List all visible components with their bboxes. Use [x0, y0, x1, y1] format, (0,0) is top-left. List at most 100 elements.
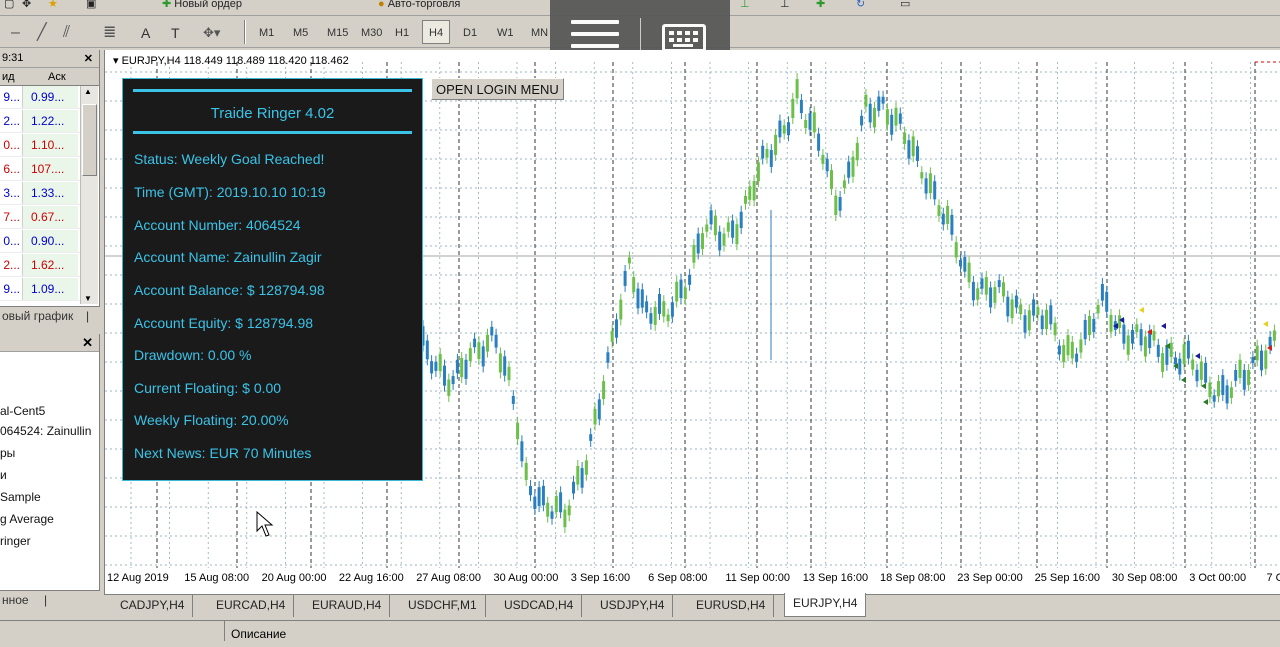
- market-watch-scrollbar[interactable]: ▲ ▼: [80, 86, 98, 304]
- fibo-tool-icon[interactable]: ≣: [96, 20, 123, 44]
- market-watch-row[interactable]: 9...0.99...: [0, 86, 80, 109]
- keyboard-icon[interactable]: [662, 24, 706, 52]
- arrows-tool-icon[interactable]: ✥▾: [196, 20, 227, 44]
- channel-tool-icon[interactable]: ⫽: [56, 20, 77, 44]
- text-tool-button[interactable]: A: [134, 20, 157, 44]
- candle-body: [1187, 341, 1190, 359]
- market-watch-row[interactable]: 3...1.33...: [0, 182, 80, 205]
- next-news-text: Next News: EUR 70 Minutes: [134, 445, 311, 461]
- candle-body: [1067, 335, 1070, 355]
- candle-body: [692, 245, 695, 263]
- candle-body: [447, 380, 450, 396]
- period-sep-icon[interactable]: ⊥: [780, 0, 790, 14]
- market-watch-row[interactable]: 2...1.62...: [0, 254, 80, 277]
- timeframe-w1[interactable]: W1: [490, 20, 521, 44]
- scroll-thumb[interactable]: [82, 104, 97, 176]
- candle-body: [791, 99, 794, 118]
- close-icon[interactable]: ✕: [82, 335, 93, 351]
- chevron-down-icon[interactable]: ▾: [113, 55, 119, 67]
- candle-body: [843, 180, 846, 188]
- navigator-item[interactable]: ringer: [0, 534, 31, 548]
- favorites-icon[interactable]: ★: [48, 0, 58, 14]
- timeframe-m15[interactable]: M15: [320, 20, 355, 44]
- candle-body: [1127, 335, 1130, 354]
- trendline-tool-icon[interactable]: ╱: [30, 20, 54, 44]
- market-watch-row[interactable]: 2...1.22...: [0, 110, 80, 133]
- timeframe-m5[interactable]: M5: [286, 20, 315, 44]
- candle-body: [705, 225, 708, 232]
- signal-arrow: [1263, 321, 1268, 327]
- candle-body: [589, 434, 592, 441]
- auto-trading-button[interactable]: ● Авто-торговля: [378, 0, 460, 14]
- toolbar-icon-a[interactable]: ▢: [4, 0, 14, 14]
- navigator-item[interactable]: g Average: [0, 512, 54, 526]
- toolbar-icon-b[interactable]: ✥: [22, 0, 31, 14]
- template-icon[interactable]: ▭: [900, 0, 910, 14]
- col-bid[interactable]: ид: [2, 71, 15, 83]
- open-login-menu-button[interactable]: OPEN LOGIN MENU: [431, 78, 564, 100]
- refresh-icon[interactable]: ↻: [856, 0, 865, 14]
- candle-body: [430, 361, 433, 373]
- candle-body: [675, 282, 678, 302]
- navigator-item[interactable]: ры: [0, 446, 15, 460]
- candle-body: [895, 108, 898, 126]
- market-watch-row[interactable]: 0...1.10...: [0, 134, 80, 157]
- bid-value: 7...: [0, 206, 20, 229]
- market-watch-row[interactable]: 9...1.09...: [0, 278, 80, 301]
- label-tool-button[interactable]: T: [164, 20, 187, 44]
- market-watch-row[interactable]: 7...0.67...: [0, 206, 80, 229]
- chart-tab-euraud-h4[interactable]: EURAUD,H4: [304, 595, 390, 617]
- candle-body: [649, 313, 652, 324]
- candle-body: [538, 487, 541, 506]
- navigator-item[interactable]: Sample: [0, 490, 41, 504]
- new-order-button[interactable]: ✚ Новый ордер: [162, 0, 242, 14]
- chart-tab-eurjpy-h4[interactable]: EURJPY,H4: [784, 593, 866, 617]
- candle-body: [787, 122, 790, 135]
- candle-body: [718, 232, 721, 251]
- chart-tab-usdjpy-h4[interactable]: USDJPY,H4: [592, 595, 673, 617]
- col-ask[interactable]: Аск: [48, 71, 66, 83]
- candle-body: [1097, 305, 1100, 313]
- chart-tab-eurusd-h4[interactable]: EURUSD,H4: [688, 595, 774, 617]
- candle-body: [495, 335, 498, 348]
- account-name-text: Account Name: Zainullin Zagir: [134, 249, 322, 265]
- chart-tab-cadjpy-h4[interactable]: CADJPY,H4: [112, 595, 193, 617]
- candle-body: [1264, 350, 1267, 368]
- timeframe-m1[interactable]: M1: [252, 20, 281, 44]
- tab-new-chart[interactable]: овый график: [2, 309, 73, 323]
- cursor-tool-icon[interactable]: –: [4, 20, 27, 44]
- market-watch-row[interactable]: 0...0.90...: [0, 230, 80, 253]
- navigator-item[interactable]: al-Cent5: [0, 404, 45, 418]
- add-indicator-icon[interactable]: ✚: [816, 0, 825, 14]
- tab-favorites[interactable]: нное: [2, 593, 29, 607]
- indicator-icon[interactable]: ⊥: [740, 0, 750, 14]
- navigator-item[interactable]: 064524: Zainullin: [0, 424, 91, 438]
- market-watch-row[interactable]: 6...107....: [0, 158, 80, 181]
- candle-body: [1217, 381, 1220, 396]
- timeframe-d1[interactable]: D1: [456, 20, 484, 44]
- chart-tab-eurcad-h4[interactable]: EURCAD,H4: [208, 595, 294, 617]
- timeframe-m30[interactable]: M30: [354, 20, 389, 44]
- candle-body: [1226, 385, 1229, 403]
- candle-body: [877, 97, 880, 111]
- time-axis-label: 15 Aug 08:00: [184, 572, 249, 584]
- candle-body: [460, 358, 463, 377]
- scroll-down-icon[interactable]: ▼: [84, 294, 92, 303]
- chart-tab-usdchf-m1[interactable]: USDCHF,M1: [400, 595, 486, 617]
- balance-text: Account Balance: $ 128794.98: [134, 282, 325, 298]
- save-icon[interactable]: ▣: [86, 0, 96, 14]
- account-number-text: Account Number: 4064524: [134, 217, 301, 233]
- navigator-item[interactable]: и: [0, 468, 7, 482]
- scroll-up-icon[interactable]: ▲: [84, 87, 92, 96]
- candle-body: [1273, 330, 1276, 340]
- candle-body: [533, 497, 536, 509]
- candle-body: [641, 289, 644, 307]
- candle-body: [520, 441, 523, 461]
- time-axis-label: 3 Sep 16:00: [571, 572, 630, 584]
- chart-window[interactable]: ▾ EURJPY,H4 118.449 118.489 118.420 118.…: [104, 50, 1280, 594]
- timeframe-h4[interactable]: H4: [422, 20, 450, 44]
- close-icon[interactable]: ✕: [84, 52, 93, 65]
- time-axis-label: 6 Sep 08:00: [648, 572, 707, 584]
- timeframe-h1[interactable]: H1: [388, 20, 416, 44]
- chart-tab-usdcad-h4[interactable]: USDCAD,H4: [496, 595, 582, 617]
